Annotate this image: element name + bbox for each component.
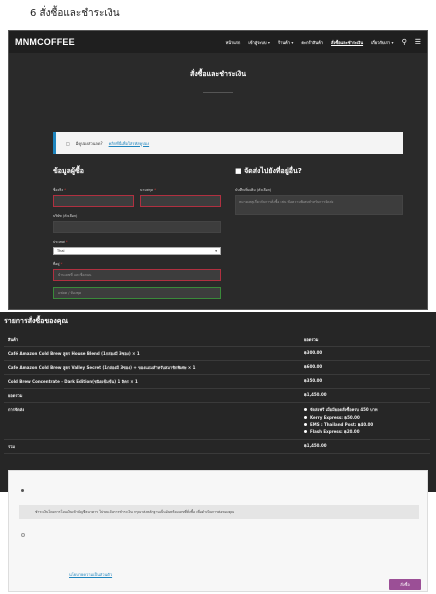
order-review-panel: รายการสั่งซื้อของคุณ สินค้า ยอดรวม Café …: [0, 312, 436, 492]
coupon-link[interactable]: คลิกที่นี่เพื่อใส่รหัสคูปอง: [109, 140, 150, 147]
table-row: Café Amazon Cold Brew สูตร House Blend (…: [4, 346, 430, 361]
payment-description: ชำระเงินโดยการโอนเงินเข้าบัญชีธนาคาร โปร…: [19, 505, 419, 519]
radio-icon: [304, 423, 307, 426]
address2-field[interactable]: แฟลต / ห้องชุด: [53, 287, 221, 299]
page-header: สั่งซื้อและชำระเงิน: [9, 53, 427, 108]
item-name: Café Amazon Cold Brew สูตร House Blend (…: [4, 346, 300, 361]
divider: [203, 91, 233, 93]
coupon-icon: □: [66, 140, 70, 146]
col-subtotal-header: ยอดรวม: [300, 333, 430, 347]
address-label: ที่อยู่ *: [53, 262, 63, 266]
subtotal-label: ยอดรวม: [4, 388, 300, 403]
radio-icon: [304, 408, 307, 411]
checkout-page: MNMCOFFEE หน้าแรก เข้าสู่ระบบ ▾ ร้านค้า …: [8, 30, 428, 310]
nav-item-home[interactable]: หน้าแรก: [226, 39, 241, 46]
country-select[interactable]: Thai ▾: [53, 247, 221, 255]
col-product-header: สินค้า: [4, 333, 300, 347]
total-row: รวม ฿1,450.00: [4, 439, 430, 454]
checkout-columns: ข้อมูลผู้ซื้อ ชื่อจริง * นามสกุล * บริษั…: [53, 166, 427, 305]
item-name: Cold Brew Concentrate - Dark Edition(ชนิ…: [4, 374, 300, 389]
page-title: สั่งซื้อและชำระเงิน: [189, 69, 246, 78]
site-logo[interactable]: MNMCOFFEE: [15, 37, 75, 47]
first-name-label: ชื่อจริง *: [53, 188, 66, 192]
nav-item-cart[interactable]: ตะกร้าสินค้า: [301, 39, 323, 46]
item-price: ฿300.00: [300, 346, 430, 361]
page-caption: 6 สั่งซื้อและชำระเงิน: [30, 8, 120, 19]
nav-item-login[interactable]: เข้าสู่ระบบ ▾: [248, 39, 270, 46]
privacy-policy-link[interactable]: นโยบายความเป็นส่วนตัว: [69, 571, 112, 578]
address-field[interactable]: บ้านเลขที่ และชื่อถนน: [53, 269, 221, 281]
coupon-notice: □ มีคูปองส่วนลด? คลิกที่นี่เพื่อใส่รหัสค…: [53, 132, 403, 154]
item-price: ฿600.00: [300, 360, 430, 375]
place-order-button[interactable]: สั่งซื้อ: [389, 579, 421, 590]
radio-icon: [304, 416, 307, 419]
nav-item-shop[interactable]: ร้านค้า ▾: [278, 39, 293, 46]
item-price: ฿350.00: [300, 374, 430, 389]
order-table: สินค้า ยอดรวม Café Amazon Cold Brew สูตร…: [4, 333, 430, 454]
country-label: ประเทศ *: [53, 240, 68, 244]
billing-heading: ข้อมูลผู้ซื้อ: [53, 167, 84, 175]
company-label: บริษัท (ตัวเลือก): [53, 214, 78, 218]
navbar: MNMCOFFEE หน้าแรก เข้าสู่ระบบ ▾ ร้านค้า …: [9, 31, 427, 53]
table-row: Cafe Amazon Cold Brew สูตร Valley Secret…: [4, 360, 430, 375]
last-name-field[interactable]: [140, 195, 221, 207]
shipping-other: ■ จัดส่งไปยังที่อยู่อื่น? บันทึกเพิ่มเติ…: [235, 166, 403, 305]
total-label: รวม: [4, 439, 300, 454]
shipping-options: จัดส่งฟรี เมื่อมียอดสั่งซื้อครบ 450 บาท …: [300, 402, 430, 440]
last-name-label: นามสกุล *: [140, 188, 156, 192]
payment-radio-bank[interactable]: [21, 489, 24, 492]
company-field[interactable]: [53, 221, 221, 233]
total-value: ฿1,450.00: [300, 439, 430, 454]
shipping-option-kerry[interactable]: Kerry Express: ฿50.00: [304, 415, 426, 420]
first-name-field[interactable]: [53, 195, 134, 207]
chevron-down-icon: ▾: [215, 249, 217, 253]
payment-methods: ชำระเงินโดยการโอนเงินเข้าบัญชีธนาคาร โปร…: [8, 470, 428, 592]
shipping-label: การจัดส่ง: [4, 402, 300, 440]
ship-different-heading[interactable]: ■ จัดส่งไปยังที่อยู่อื่น?: [235, 166, 403, 177]
subtotal-value: ฿1,450.00: [300, 388, 430, 403]
shipping-option-free[interactable]: จัดส่งฟรี เมื่อมียอดสั่งซื้อครบ 450 บาท: [304, 406, 426, 413]
nav-item-checkout[interactable]: สั่งซื้อและชำระเงิน: [331, 39, 363, 46]
search-icon[interactable]: ⚲: [402, 38, 407, 46]
nav-item-about[interactable]: เกี่ยวกับเรา ▾: [371, 39, 394, 46]
order-heading: รายการสั่งซื้อของคุณ: [4, 317, 68, 325]
menu-icon[interactable]: ☰: [415, 38, 421, 46]
shipping-option-flash[interactable]: Flash Express: ฿20.00: [304, 429, 426, 434]
subtotal-row: ยอดรวม ฿1,450.00: [4, 388, 430, 403]
item-name: Cafe Amazon Cold Brew สูตร Valley Secret…: [4, 360, 300, 375]
shipping-option-ems[interactable]: EMS : Thailand Post: ฿40.00: [304, 422, 426, 427]
billing-details: ข้อมูลผู้ซื้อ ชื่อจริง * นามสกุล * บริษั…: [53, 166, 221, 305]
shipping-row: การจัดส่ง จัดส่งฟรี เมื่อมียอดสั่งซื้อคร…: [4, 402, 430, 440]
notes-label: บันทึกเพิ่มเติม (ตัวเลือก): [235, 188, 272, 192]
main-nav: หน้าแรก เข้าสู่ระบบ ▾ ร้านค้า ▾ ตะกร้าสิ…: [226, 38, 421, 46]
order-notes-field[interactable]: หมายเหตุเกี่ยวกับการสั่งซื้อ เช่น ข้อควา…: [235, 195, 403, 215]
table-row: Cold Brew Concentrate - Dark Edition(ชนิ…: [4, 374, 430, 389]
payment-radio-other[interactable]: [21, 533, 25, 537]
radio-icon: [304, 430, 307, 433]
coupon-notice-text: มีคูปองส่วนลด?: [75, 140, 103, 146]
